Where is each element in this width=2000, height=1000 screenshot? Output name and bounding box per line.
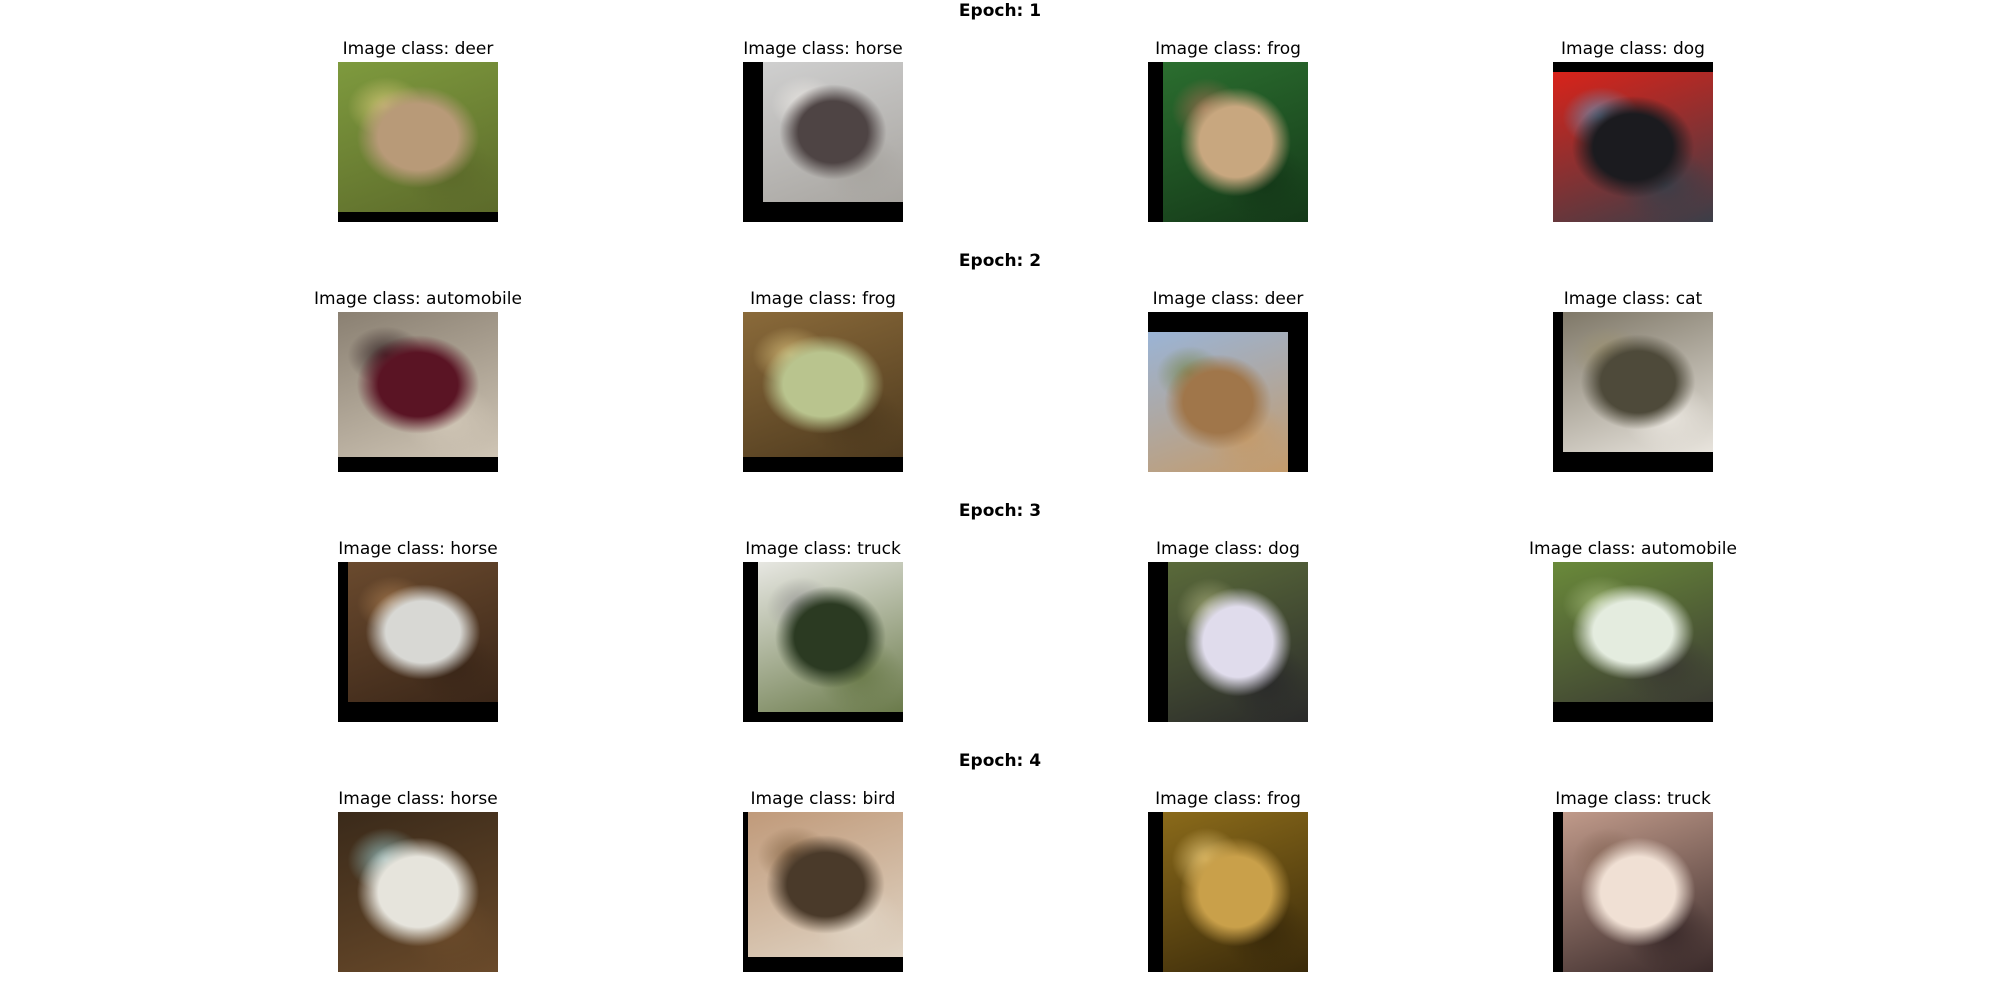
sample-image-dog — [1553, 62, 1713, 222]
sample-image-deer — [1148, 312, 1308, 472]
sample-image-automobile — [1553, 562, 1713, 722]
sample-image-bird — [743, 812, 903, 972]
image-class-caption: Image class: automobile — [1529, 539, 1737, 559]
epoch-title: Epoch: 3 — [958, 501, 1042, 521]
sample-image-horse — [338, 562, 498, 722]
sample-image-frog — [743, 312, 903, 472]
sample-image-horse — [743, 62, 903, 222]
sample-image-horse — [338, 812, 498, 972]
image-class-caption: Image class: deer — [1152, 289, 1304, 309]
sample-image-truck — [1553, 812, 1713, 972]
sample-image-automobile — [338, 312, 498, 472]
image-class-caption: Image class: dog — [1156, 539, 1300, 559]
epoch-title: Epoch: 1 — [958, 1, 1042, 21]
image-class-caption: Image class: horse — [338, 539, 498, 559]
image-class-caption: Image class: automobile — [314, 289, 522, 309]
epoch-title: Epoch: 4 — [958, 751, 1042, 771]
image-class-caption: Image class: dog — [1561, 39, 1705, 59]
image-class-caption: Image class: deer — [342, 39, 494, 59]
sample-image-frog — [1148, 812, 1308, 972]
image-class-caption: Image class: frog — [750, 289, 896, 309]
image-class-caption: Image class: horse — [338, 789, 498, 809]
image-class-caption: Image class: frog — [1155, 789, 1301, 809]
image-class-caption: Image class: horse — [743, 39, 903, 59]
sample-image-truck — [743, 562, 903, 722]
image-class-caption: Image class: truck — [1555, 789, 1711, 809]
epoch-title: Epoch: 2 — [958, 251, 1042, 271]
sample-image-frog — [1148, 62, 1308, 222]
sample-image-deer — [338, 62, 498, 222]
sample-image-dog — [1148, 562, 1308, 722]
image-class-caption: Image class: cat — [1563, 289, 1703, 309]
image-class-caption: Image class: frog — [1155, 39, 1301, 59]
image-class-caption: Image class: truck — [745, 539, 901, 559]
image-class-caption: Image class: bird — [750, 789, 896, 809]
sample-image-cat — [1553, 312, 1713, 472]
